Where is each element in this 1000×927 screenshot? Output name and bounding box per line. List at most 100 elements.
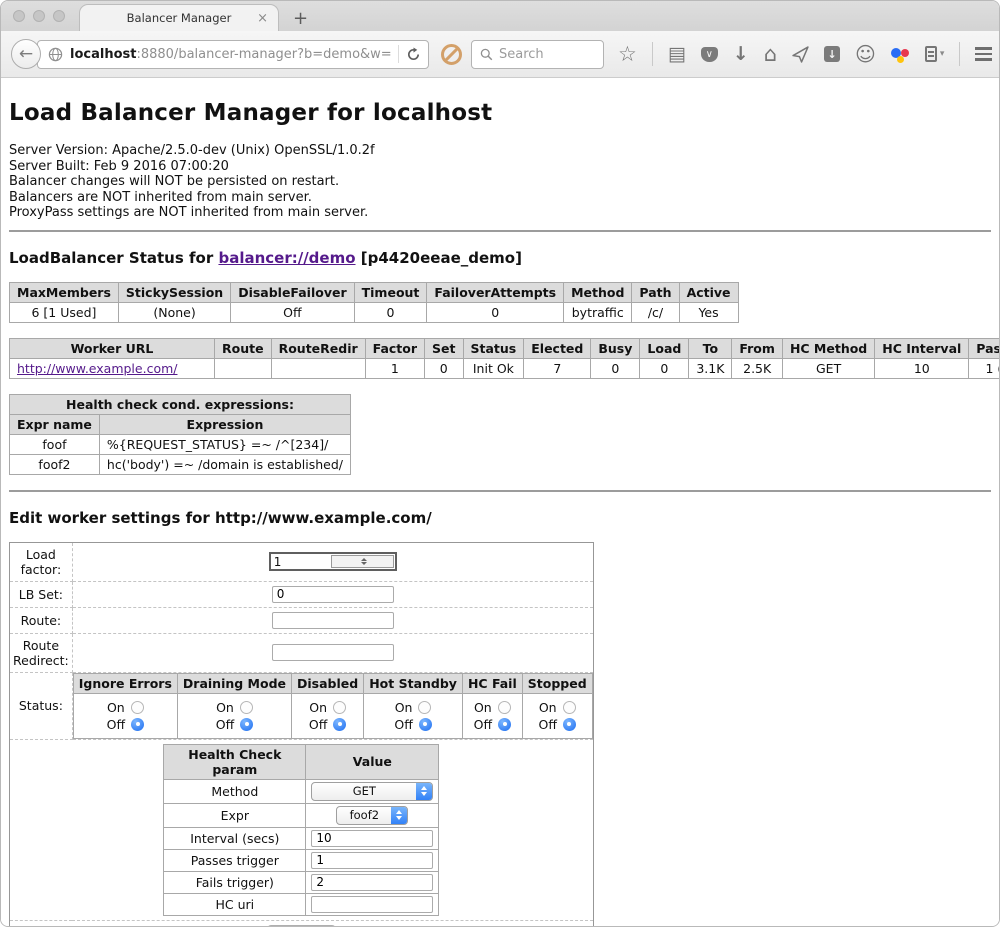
hc-uri-input[interactable] [311, 896, 433, 913]
pocket-chevron: ∨ [706, 49, 713, 60]
divider [9, 490, 991, 492]
url-divider [398, 45, 399, 63]
method-label: Method [164, 779, 306, 803]
cell-expression: hc('body') =~ /domain is established/ [99, 454, 350, 474]
load-factor-input[interactable]: 1 [269, 552, 397, 571]
off-label: Off [394, 717, 412, 732]
spinner-up-icon[interactable] [361, 558, 367, 561]
col-header: Route [215, 338, 272, 358]
method-select[interactable]: GET [311, 782, 433, 801]
hc-expr-row: Expr foof2 [164, 803, 439, 827]
close-window-button[interactable] [13, 10, 25, 22]
method-selected-value: GET [312, 784, 416, 798]
on-label: On [395, 700, 413, 715]
method-cell: GET [306, 779, 439, 803]
server-info: Server Version: Apache/2.5.0-dev (Unix) … [9, 143, 991, 221]
hot-standby-on-radio[interactable] [418, 701, 431, 714]
cell-route [215, 358, 272, 378]
search-input[interactable] [499, 47, 579, 62]
expr-selected-value: foof2 [337, 808, 391, 822]
navigation-toolbar: ← localhost:8880/balancer-manager?b=demo… [1, 31, 999, 78]
expr-select[interactable]: foof2 [336, 806, 408, 825]
pocket-icon[interactable]: ∨ [701, 47, 718, 62]
home-icon[interactable]: ⌂ [764, 44, 777, 65]
cell-expr-name: foof [10, 434, 100, 454]
divider [9, 230, 991, 232]
new-tab-button[interactable]: + [293, 8, 308, 31]
minimize-window-button[interactable] [33, 10, 45, 22]
passes-input[interactable] [311, 852, 433, 869]
worker-table: Worker URL Route RouteRedir Factor Set S… [9, 338, 999, 379]
cell-expr-name: foof2 [10, 454, 100, 474]
menu-icon[interactable] [975, 47, 992, 61]
number-spinner[interactable] [331, 555, 394, 568]
col-header: Elected [524, 338, 591, 358]
col-header: FailoverAttempts [427, 282, 564, 302]
save-page-icon[interactable]: ↓ [824, 46, 840, 62]
zoom-window-button[interactable] [53, 10, 65, 22]
tab-title: Balancer Manager [127, 11, 232, 25]
window-controls [13, 10, 65, 22]
form-row-submit: Submit [10, 920, 594, 927]
disabled-off-radio[interactable] [333, 718, 346, 731]
lb-set-cell [72, 581, 593, 607]
stopped-off-radio[interactable] [563, 718, 576, 731]
fails-input[interactable] [311, 874, 433, 891]
lb-set-input[interactable] [272, 586, 394, 603]
route-cell [72, 607, 593, 633]
route-input[interactable] [272, 612, 394, 629]
col-header: StickySession [118, 282, 230, 302]
draining-mode-radios: On Off [177, 693, 291, 738]
draining-mode-off-radio[interactable] [240, 718, 253, 731]
back-button[interactable]: ← [11, 39, 41, 69]
bookmark-star-icon[interactable]: ☆ [618, 44, 637, 65]
chat-smiley-icon[interactable]: ☺ [855, 44, 876, 64]
spinner-down-icon[interactable] [361, 562, 367, 565]
downloads-icon[interactable]: ↓ [733, 45, 749, 64]
col-header: Timeout [354, 282, 427, 302]
sidebar-panel-icon[interactable]: ▾ [925, 46, 945, 62]
adblock-icon[interactable] [441, 44, 462, 65]
hc-fails-row: Fails trigger) [164, 871, 439, 893]
search-box[interactable] [471, 40, 604, 69]
col-header: Health Check param [164, 744, 306, 779]
url-text[interactable]: localhost:8880/balancer-manager?b=demo&w… [70, 47, 391, 62]
cell-expression: %{REQUEST_STATUS} =~ /^[234]/ [99, 434, 350, 454]
route-redirect-label: Route Redirect: [10, 633, 73, 672]
ignore-errors-on-radio[interactable] [131, 701, 144, 714]
status-heading-prefix: LoadBalancer Status for [9, 249, 218, 267]
route-redirect-input[interactable] [272, 644, 394, 661]
hot-standby-off-radio[interactable] [419, 718, 432, 731]
stopped-on-radio[interactable] [563, 701, 576, 714]
cell-set: 0 [425, 358, 463, 378]
status-label: Status: [10, 672, 73, 739]
reload-icon[interactable] [406, 47, 421, 62]
close-tab-icon[interactable]: × [257, 12, 268, 25]
cell-busy: 0 [591, 358, 640, 378]
disabled-on-radio[interactable] [333, 701, 346, 714]
hc-fail-radios: On Off [462, 693, 522, 738]
url-host: localhost [70, 47, 136, 62]
reading-list-icon[interactable]: ▤ [668, 45, 686, 64]
send-tab-icon[interactable] [792, 46, 809, 63]
expression-row: foof2 hc('body') =~ /domain is establish… [10, 454, 351, 474]
hello-dots-icon[interactable] [891, 46, 910, 63]
balancer-link[interactable]: balancer://demo [218, 249, 355, 267]
stopped-radios: On Off [522, 693, 592, 738]
url-bar[interactable]: localhost:8880/balancer-manager?b=demo&w… [37, 40, 429, 69]
hc-fail-on-radio[interactable] [498, 701, 511, 714]
cell-factor: 1 [365, 358, 424, 378]
globe-icon [48, 47, 63, 62]
worker-url-link[interactable]: http://www.example.com/ [17, 361, 177, 376]
hc-fail-off-radio[interactable] [498, 718, 511, 731]
draining-mode-on-radio[interactable] [240, 701, 253, 714]
cell-stickysession: (None) [118, 302, 230, 322]
interval-input[interactable] [311, 830, 433, 847]
col-header: Expression [99, 414, 350, 434]
tab-balancer-manager[interactable]: Balancer Manager × [79, 4, 279, 31]
passes-cell [306, 849, 439, 871]
cell-hc-method: GET [782, 358, 874, 378]
cell-from: 2.5K [732, 358, 783, 378]
passes-label: Passes trigger [164, 849, 306, 871]
ignore-errors-off-radio[interactable] [131, 718, 144, 731]
